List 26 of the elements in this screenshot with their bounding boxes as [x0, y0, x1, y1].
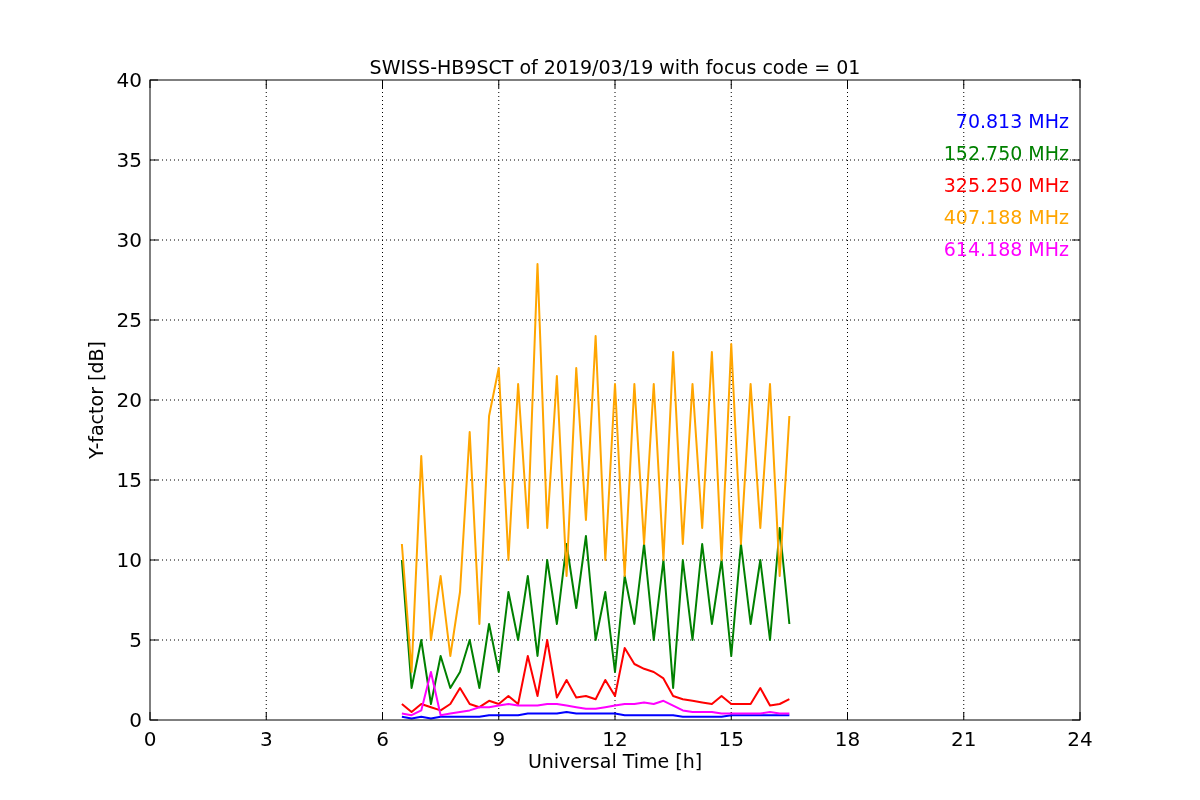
- y-tick-label: 5: [129, 628, 142, 652]
- x-tick-label: 6: [376, 727, 389, 751]
- y-tick-label: 15: [116, 468, 142, 492]
- y-tick-label: 10: [116, 548, 142, 572]
- legend-label: 325.250 MHz: [943, 174, 1069, 196]
- x-tick-label: 0: [143, 727, 157, 751]
- x-tick-label: 12: [602, 727, 628, 751]
- y-tick-label: 25: [116, 308, 142, 332]
- chart-title: SWISS-HB9SCT of 2019/03/19 with focus code = 01: [369, 56, 861, 78]
- legend-label: 152.750 MHz: [943, 142, 1069, 164]
- x-tick-label: 15: [718, 727, 744, 751]
- x-axis-label: Universal Time [h]: [527, 750, 703, 772]
- legend-label: 407.188 MHz: [943, 206, 1069, 228]
- legend-label: 614.188 MHz: [943, 238, 1069, 260]
- x-tick-label: 18: [834, 727, 861, 751]
- x-tick-label: 3: [259, 727, 273, 751]
- y-axis-label: Y-factor [dB]: [85, 341, 107, 459]
- y-tick-label: 40: [116, 68, 142, 92]
- x-tick-label: 21: [951, 727, 977, 751]
- y-tick-label: 20: [116, 388, 142, 412]
- y-tick-label: 0: [129, 708, 142, 732]
- y-tick-label: 30: [116, 228, 142, 252]
- y-tick-label: 35: [116, 148, 142, 172]
- x-tick-label: 24: [1067, 727, 1093, 751]
- legend-label: 70.813 MHz: [955, 110, 1069, 132]
- x-tick-label: 9: [492, 727, 506, 751]
